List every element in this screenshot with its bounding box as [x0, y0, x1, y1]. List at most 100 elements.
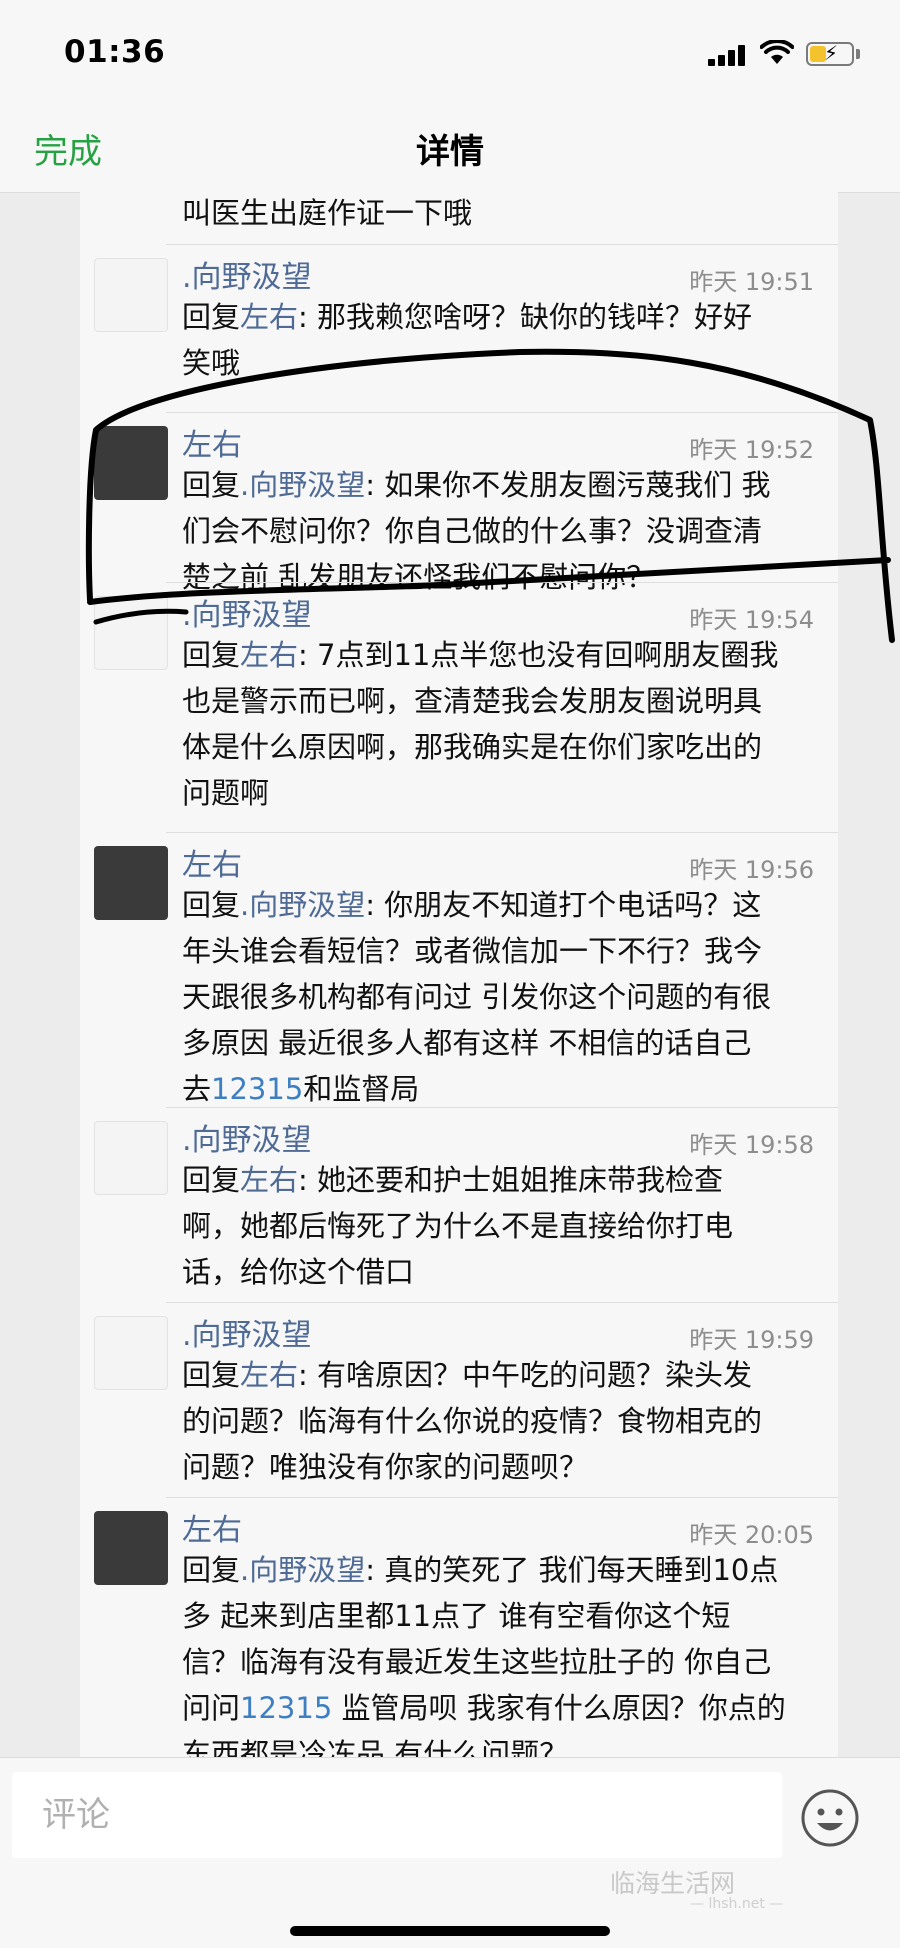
reply-separator: : [298, 1358, 318, 1392]
charging-bolt-icon: ⚡ [824, 41, 839, 65]
comment-author[interactable]: 左右 [182, 420, 242, 464]
comment-body: 回复左右: 她还要和护士姐姐推床带我检查 啊，她都后悔死了为什么不是直接给你打电… [182, 1157, 822, 1295]
reply-target-link[interactable]: .向野汲望 [240, 888, 365, 922]
comment-text: 去 [182, 1072, 212, 1106]
comment-item: .向野汲望 昨天 19:59 回复左右: 有啥原因？中午吃的问题？染头发 的问题… [80, 1302, 838, 1484]
comment-line: 多 起来到店里都11点了 谁有空看你这个短 [182, 1599, 731, 1633]
reply-separator: : [298, 300, 318, 334]
comment-author[interactable]: 左右 [182, 1505, 242, 1549]
page-title: 详情 [416, 132, 484, 172]
watermark-subtext: — lhsh.net — [690, 1896, 784, 1912]
comment-item: 左右 昨天 20:05 回复.向野汲望: 真的笑死了 我们每天睡到10点 多 起… [80, 1497, 838, 1757]
navigation-bar: 完成 详情 [0, 110, 900, 193]
phone-number-link[interactable]: 12315 [211, 1072, 303, 1106]
divider [166, 412, 838, 413]
avatar[interactable] [94, 1316, 168, 1390]
cut-off-comment-text: 叫医生出庭作证一下哦 [182, 196, 473, 230]
reply-separator: : [298, 1163, 318, 1197]
comment-text: 监管局呗 我家有什么原因？你点的 [332, 1691, 786, 1725]
comment-line: 问题啊 [182, 776, 270, 810]
comment-line: 信？临海有没有最近发生这些拉肚子的 你自己 [182, 1645, 772, 1679]
comment-line: 去12315和监督局 [182, 1066, 822, 1112]
reply-prefix: 回复 [182, 1553, 241, 1587]
comment-text: 有啥原因？中午吃的问题？染头发 [317, 1358, 753, 1392]
comment-timestamp: 昨天 20:05 [689, 1521, 814, 1549]
comment-line: 笑哦 [182, 346, 241, 380]
comment-text: 7点到11点半您也没有回啊朋友圈我 [317, 638, 779, 672]
reply-target-link[interactable]: .向野汲望 [240, 1553, 365, 1587]
comment-item: 左右 昨天 19:52 回复.向野汲望: 如果你不发朋友圈污蔑我们 我 们会不慰… [80, 412, 838, 594]
comment-body: 回复左右: 那我赖您啥呀？缺你的钱咩？好好 笑哦 [182, 294, 822, 386]
comment-text: 问问 [182, 1691, 241, 1725]
comment-timestamp: 昨天 19:56 [689, 856, 814, 884]
comment-author[interactable]: .向野汲望 [182, 1115, 312, 1159]
divider [166, 1497, 838, 1498]
reply-target-link[interactable]: .向野汲望 [240, 468, 365, 502]
comment-item: .向野汲望 昨天 19:54 回复左右: 7点到11点半您也没有回啊朋友圈我 也… [80, 582, 838, 810]
comment-author[interactable]: 左右 [182, 840, 242, 884]
comment-line: 年头谁会看短信？或者微信加一下不行？我今 [182, 934, 763, 968]
reply-separator: : [365, 1553, 385, 1587]
reply-prefix: 回复 [182, 300, 241, 334]
comment-text: 那我赖您啥呀？缺你的钱咩？好好 [317, 300, 753, 334]
comment-line: 多原因 最近很多人都有这样 不相信的话自己 [182, 1026, 752, 1060]
watermark: 临海生活网 [610, 1869, 736, 1898]
comment-line: 回复左右: 那我赖您啥呀？缺你的钱咩？好好 [182, 294, 822, 340]
comment-line: 天跟很多机构都有问过 引发你这个问题的有很 [182, 980, 772, 1014]
comment-author[interactable]: .向野汲望 [182, 590, 312, 634]
home-indicator[interactable] [290, 1926, 610, 1936]
battery-icon: ⚡ [806, 41, 854, 66]
comment-line: 问问12315 监管局呗 我家有什么原因？你点的 [182, 1685, 822, 1731]
comment-timestamp: 昨天 19:58 [689, 1131, 814, 1159]
avatar[interactable] [94, 258, 168, 332]
reply-prefix: 回复 [182, 1358, 241, 1392]
reply-prefix: 回复 [182, 888, 241, 922]
comment-line: 也是警示而已啊，查清楚我会发朋友圈说明具 [182, 684, 763, 718]
reply-prefix: 回复 [182, 638, 241, 672]
avatar[interactable] [94, 1511, 168, 1585]
avatar[interactable] [94, 596, 168, 670]
avatar[interactable] [94, 1121, 168, 1195]
comment-item: .向野汲望 昨天 19:58 回复左右: 她还要和护士姐姐推床带我检查 啊，她都… [80, 1107, 838, 1289]
comment-line: 东西都是冷冻品 有什么问题？ [182, 1737, 569, 1757]
reply-target-link[interactable]: 左右 [240, 300, 298, 334]
avatar[interactable] [94, 846, 168, 920]
comment-body: 回复.向野汲望: 如果你不发朋友圈污蔑我们 我 们会不慰问你？你自己做的什么事？… [182, 462, 822, 600]
comment-author[interactable]: .向野汲望 [182, 252, 312, 296]
smiley-face-icon[interactable] [800, 1788, 860, 1848]
phone-number-link[interactable]: 12315 [240, 1691, 332, 1725]
comment-text: 和监督局 [303, 1072, 420, 1106]
comment-line: 的问题？临海有什么你说的疫情？食物相克的 [182, 1404, 763, 1438]
status-bar: 01:36 ⚡ [0, 0, 900, 110]
divider [166, 244, 838, 245]
comment-text: 如果你不发朋友圈污蔑我们 我 [384, 468, 771, 502]
reply-target-link[interactable]: 左右 [240, 638, 298, 672]
wifi-icon [760, 40, 794, 64]
comment-line: 问题？唯独没有你家的问题呗？ [182, 1450, 589, 1484]
avatar[interactable] [94, 426, 168, 500]
battery-tip [856, 49, 860, 59]
reply-target-link[interactable]: 左右 [240, 1163, 298, 1197]
comment-text: 真的笑死了 我们每天睡到10点 [384, 1553, 779, 1587]
status-time: 01:36 [64, 34, 166, 70]
divider [166, 832, 838, 833]
divider [166, 1302, 838, 1303]
cellular-signal-icon [708, 44, 752, 66]
comment-timestamp: 昨天 19:54 [689, 606, 814, 634]
reply-separator: : [298, 638, 318, 672]
reply-target-link[interactable]: 左右 [240, 1358, 298, 1392]
comment-body: 回复.向野汲望: 真的笑死了 我们每天睡到10点 多 起来到店里都11点了 谁有… [182, 1547, 822, 1757]
divider [166, 1107, 838, 1108]
reply-prefix: 回复 [182, 468, 241, 502]
comment-text: 她还要和护士姐姐推床带我检查 [317, 1163, 724, 1197]
comment-line: 啊，她都后悔死了为什么不是直接给你打电 [182, 1209, 734, 1243]
comment-input[interactable] [12, 1772, 782, 1858]
comment-item: 左右 昨天 19:56 回复.向野汲望: 你朋友不知道打个电话吗？这 年头谁会看… [80, 832, 838, 1106]
comment-line: 话，给你这个借口 [182, 1255, 415, 1289]
comment-list[interactable]: 叫医生出庭作证一下哦 .向野汲望 昨天 19:51 回复左右: 那我赖您啥呀？缺… [80, 192, 838, 1757]
comment-line: 们会不慰问你？你自己做的什么事？没调查清 [182, 514, 763, 548]
comment-item: .向野汲望 昨天 19:51 回复左右: 那我赖您啥呀？缺你的钱咩？好好 笑哦 [80, 244, 838, 380]
comment-line: 回复.向野汲望: 你朋友不知道打个电话吗？这 [182, 882, 822, 928]
comment-author[interactable]: .向野汲望 [182, 1310, 312, 1354]
comment-line: 回复左右: 有啥原因？中午吃的问题？染头发 [182, 1352, 822, 1398]
